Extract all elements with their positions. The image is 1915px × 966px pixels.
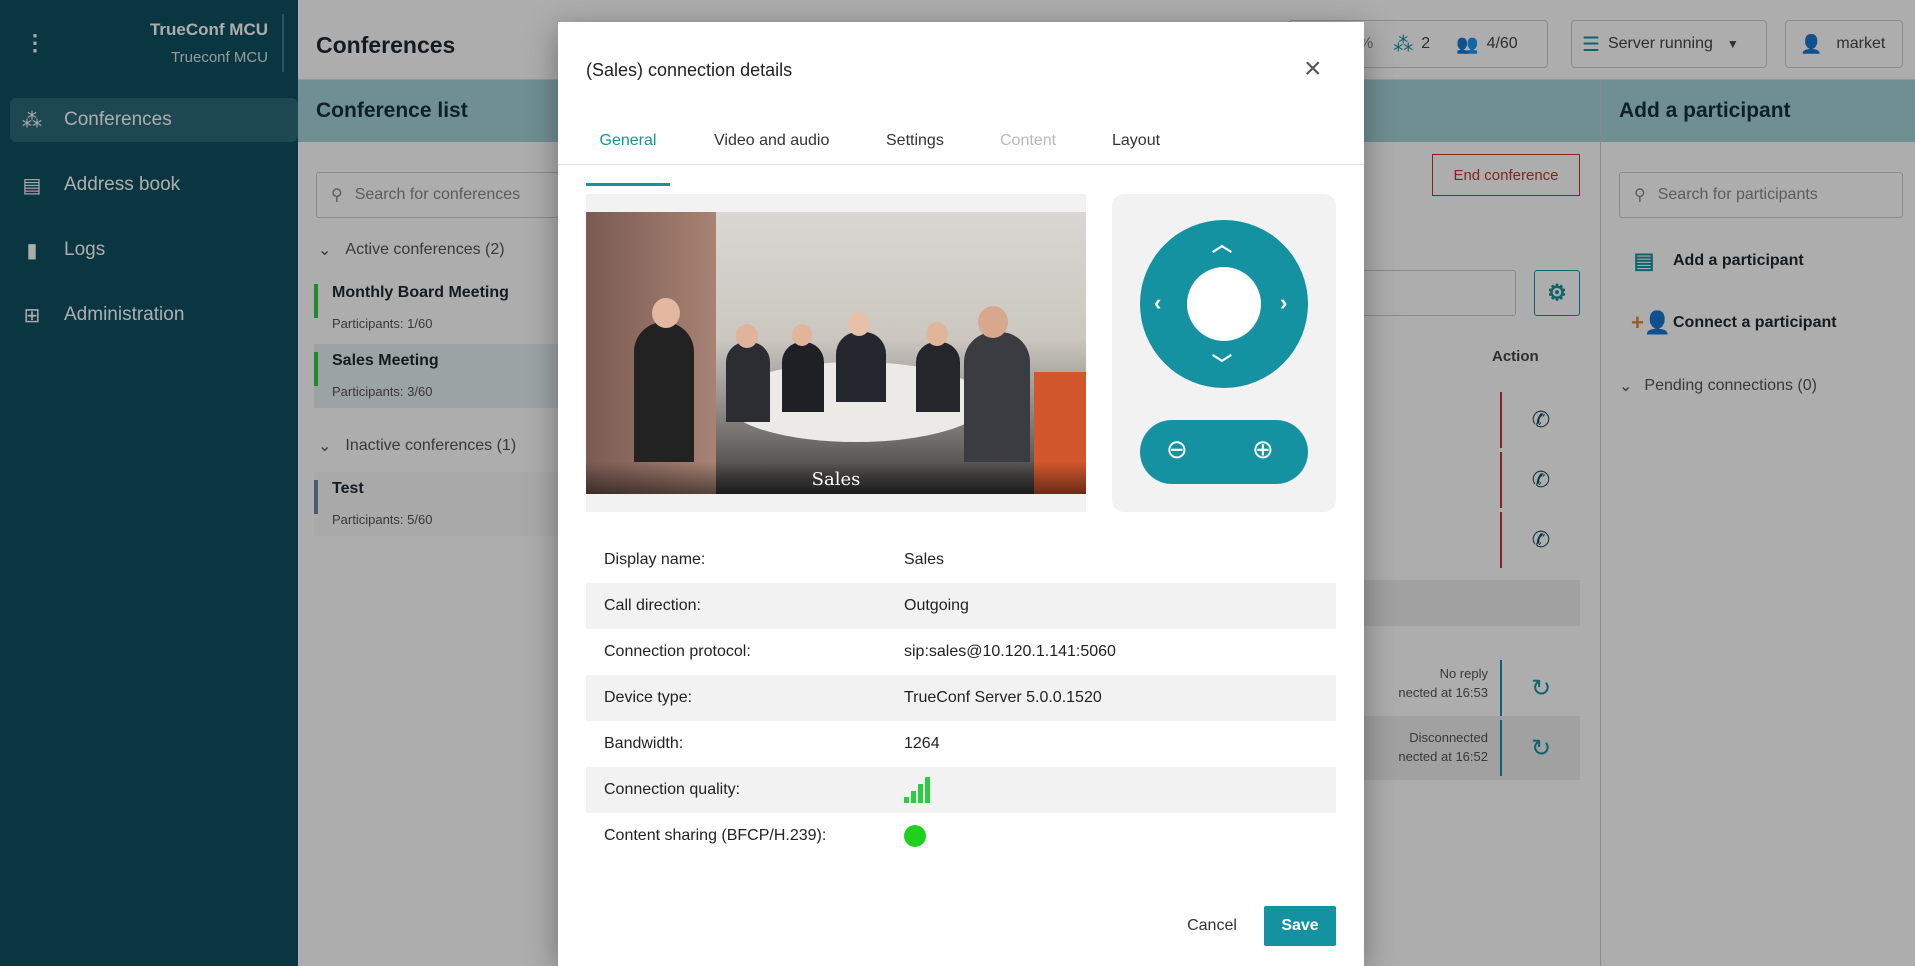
signal-strength-icon — [904, 777, 934, 803]
tab-general[interactable]: General — [586, 126, 670, 186]
chevron-down-icon[interactable]: ﹀ — [1212, 348, 1232, 377]
dialog-title: (Sales) connection details — [586, 60, 793, 80]
detail-value: Sales — [904, 551, 945, 568]
detail-key: Connection quality: — [604, 781, 741, 798]
detail-key: Display name: — [604, 551, 706, 568]
table-row: Connection protocol: sip:sales@10.120.1.… — [586, 629, 1336, 675]
cancel-label: Cancel — [1187, 917, 1237, 934]
tab-label: Settings — [886, 132, 944, 149]
tab-label: Video and audio — [714, 132, 830, 149]
save-button[interactable]: Save — [1264, 906, 1336, 946]
connection-details-dialog: (Sales) connection details × General Vid… — [558, 22, 1364, 966]
detail-key: Connection protocol: — [604, 643, 751, 660]
close-icon[interactable]: × — [1304, 52, 1322, 86]
tab-layout[interactable]: Layout — [1112, 126, 1160, 186]
zoom-controls: ⊖ ⊕ — [1140, 420, 1308, 484]
detail-key: Call direction: — [604, 597, 701, 614]
table-row: Call direction: Outgoing — [586, 583, 1336, 629]
detail-value: 1264 — [904, 735, 940, 752]
detail-key: Device type: — [604, 689, 693, 706]
table-row: Display name: Sales — [586, 537, 1336, 583]
tab-label: Layout — [1112, 132, 1161, 149]
zoom-out-icon[interactable]: ⊖ — [1166, 434, 1188, 465]
dpad-center[interactable] — [1187, 267, 1261, 341]
chevron-left-icon[interactable]: ‹ — [1154, 290, 1161, 316]
table-row: Device type: TrueConf Server 5.0.0.1520 — [586, 675, 1336, 721]
chevron-right-icon[interactable]: › — [1280, 290, 1287, 316]
tab-content: Content — [1000, 126, 1056, 186]
tab-video-and-audio[interactable]: Video and audio — [714, 126, 829, 186]
tab-label: Content — [1000, 132, 1057, 149]
zoom-in-icon[interactable]: ⊕ — [1252, 434, 1274, 465]
tab-settings[interactable]: Settings — [886, 126, 944, 186]
details-table: Display name: Sales Call direction: Outg… — [558, 537, 1364, 867]
save-label: Save — [1281, 917, 1319, 934]
tab-label: General — [599, 132, 657, 149]
table-row: Content sharing (BFCP/H.239): — [586, 813, 1336, 859]
video-preview-frame: Sales — [586, 194, 1086, 512]
table-row: Connection quality: — [586, 767, 1336, 813]
detail-key: Bandwidth: — [604, 735, 684, 752]
detail-value: sip:sales@10.120.1.141:5060 — [904, 643, 1116, 660]
table-row: Bandwidth: 1264 — [586, 721, 1336, 767]
camera-dpad: ︿ ﹀ ‹ › — [1140, 220, 1308, 388]
camera-control-panel: ︿ ﹀ ‹ › ⊖ ⊕ — [1112, 194, 1336, 512]
detail-key: Content sharing (BFCP/H.239): — [604, 827, 827, 844]
detail-value: TrueConf Server 5.0.0.1520 — [904, 689, 1102, 706]
cancel-button[interactable]: Cancel — [1176, 906, 1248, 946]
chevron-up-icon[interactable]: ︿ — [1212, 228, 1232, 257]
video-image: Sales — [586, 212, 1086, 494]
content-sharing-status-icon — [904, 825, 926, 847]
detail-value: Outgoing — [904, 597, 969, 614]
video-caption: Sales — [811, 469, 861, 490]
